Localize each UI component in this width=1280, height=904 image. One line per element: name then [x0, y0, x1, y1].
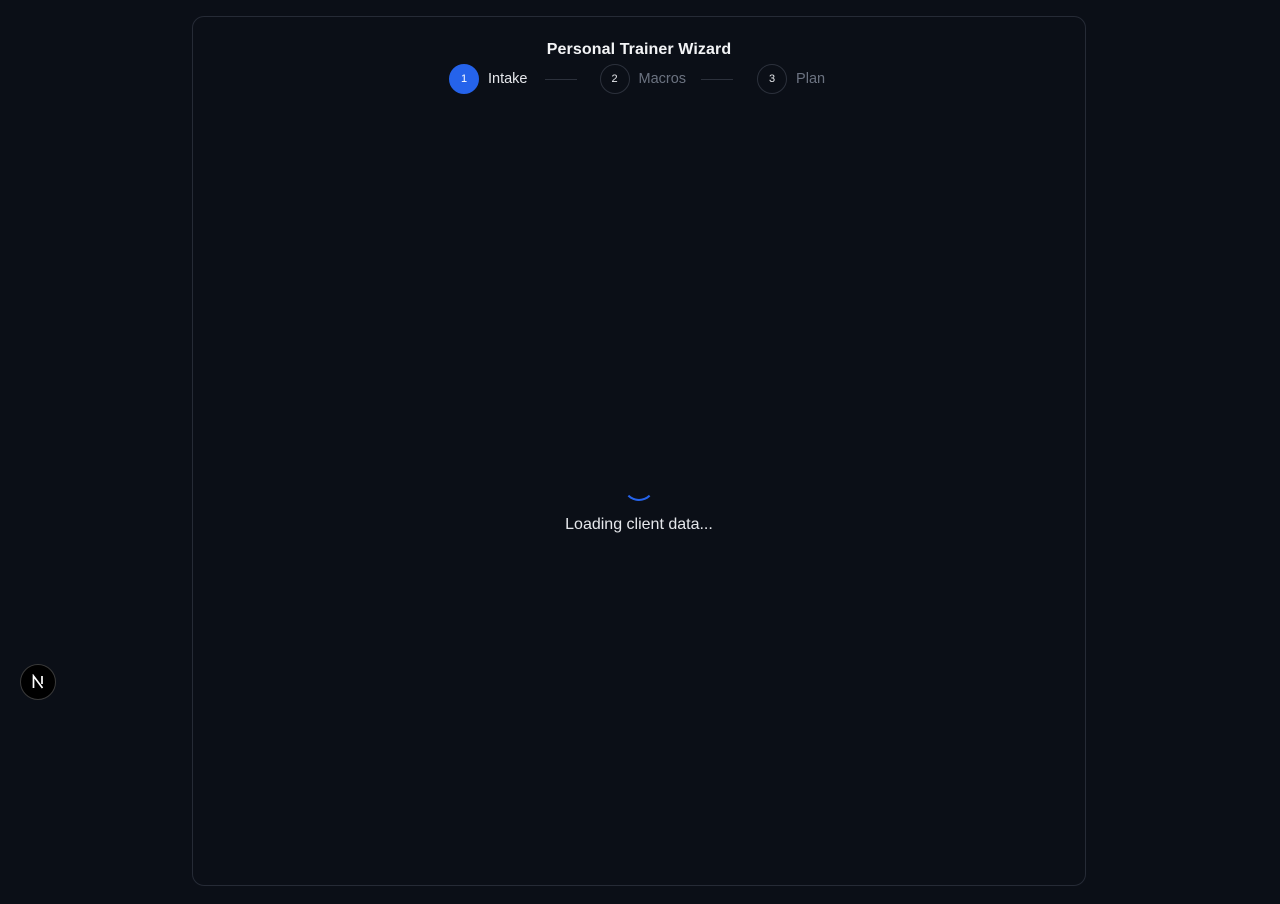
step-label: Intake — [488, 71, 528, 87]
wizard-card: Personal Trainer Wizard 1 Intake 2 Macro… — [192, 16, 1086, 886]
wizard-stepper: 1 Intake 2 Macros 3 Plan — [449, 63, 825, 95]
step-intake[interactable]: 1 Intake — [449, 64, 528, 94]
step-connector — [701, 78, 734, 80]
step-label: Plan — [796, 71, 826, 87]
step-connector — [544, 78, 577, 80]
nextjs-dev-indicator[interactable] — [20, 664, 56, 700]
loading-state: Loading client data... — [193, 469, 1085, 534]
step-macros[interactable]: 2 Macros — [599, 64, 687, 94]
step-plan[interactable]: 3 Plan — [757, 64, 825, 94]
step-label: Macros — [638, 71, 687, 87]
wizard-title: Personal Trainer Wizard — [546, 41, 732, 58]
step-number-badge: 2 — [599, 64, 630, 94]
step-number-badge: 1 — [449, 64, 479, 94]
step-number-badge: 3 — [757, 64, 788, 94]
loading-spinner-icon — [623, 469, 655, 501]
nextjs-logo-icon — [32, 674, 44, 689]
loading-message: Loading client data... — [565, 516, 713, 533]
